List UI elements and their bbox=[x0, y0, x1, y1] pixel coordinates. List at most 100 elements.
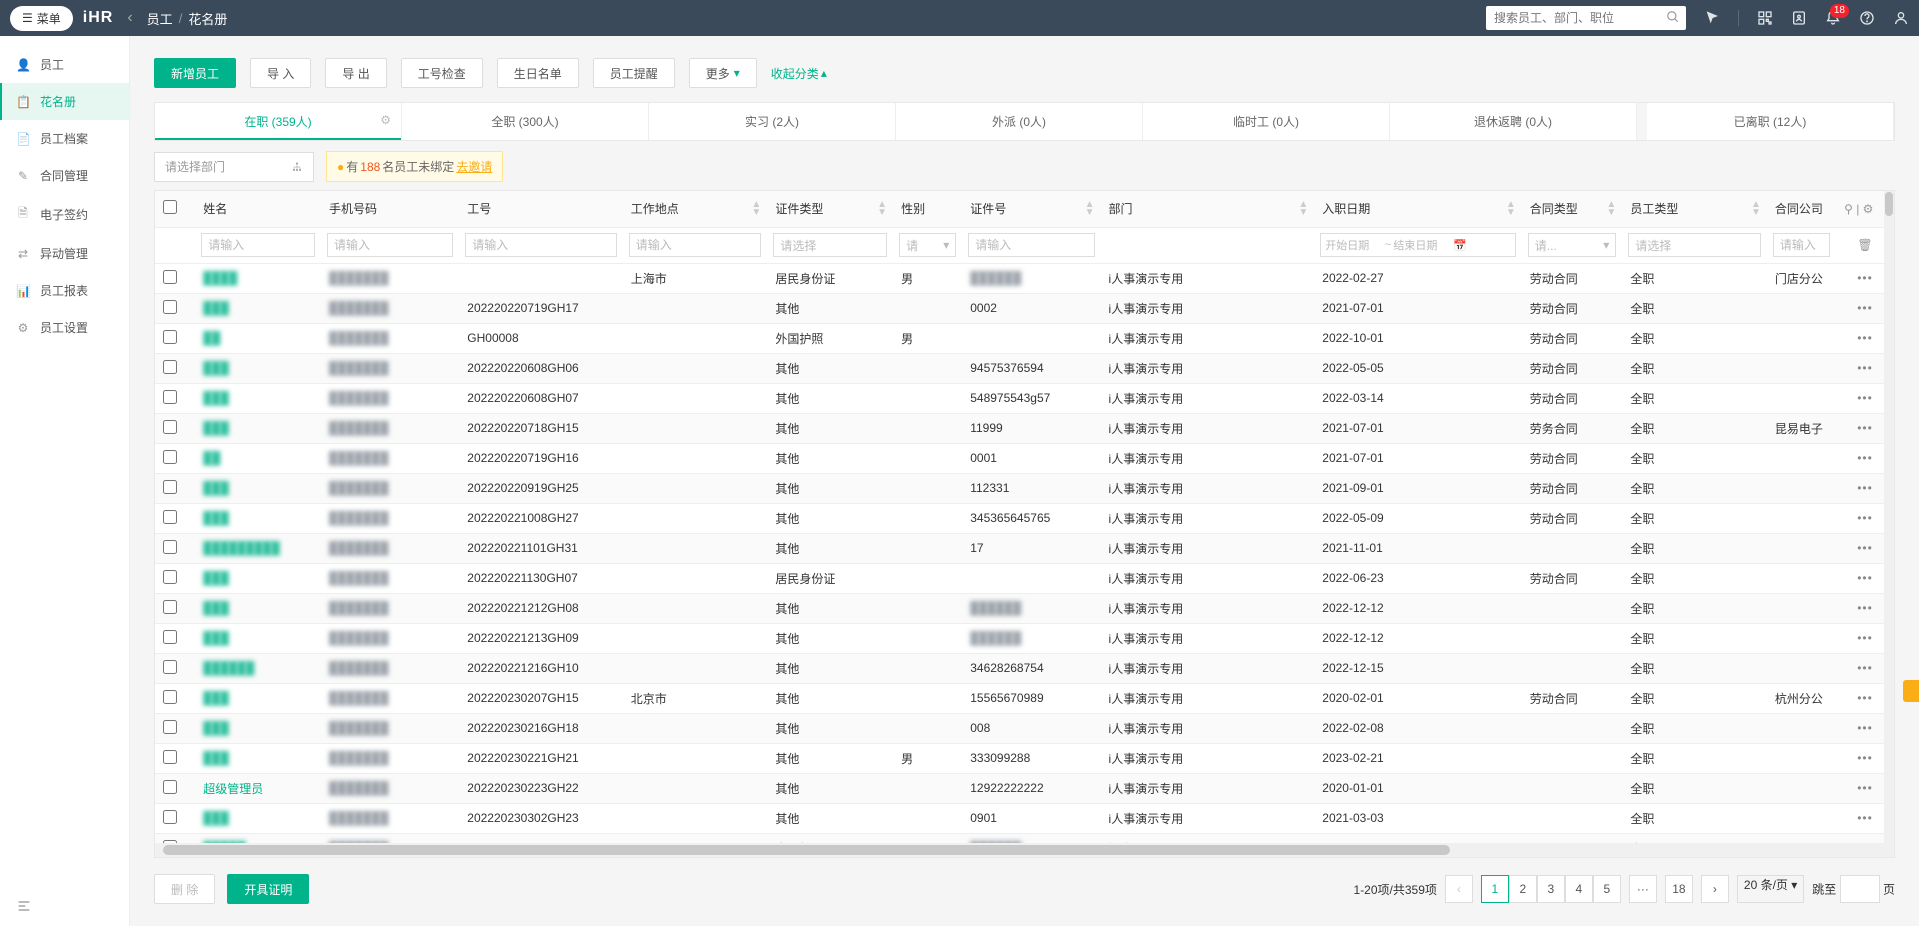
cell-name[interactable]: ████ bbox=[203, 271, 237, 285]
sidebar-item[interactable]: 📄员工档案 bbox=[0, 120, 129, 157]
row-more-icon[interactable]: ••• bbox=[1857, 331, 1873, 345]
row-checkbox[interactable] bbox=[163, 330, 177, 344]
table-row[interactable]: █████ ███████ 202220230221GH20 中国护照 ████… bbox=[155, 833, 1894, 843]
page-number[interactable]: 5 bbox=[1593, 875, 1621, 903]
sidebar-item[interactable]: ⚙员工设置 bbox=[0, 309, 129, 346]
page-number[interactable]: 3 bbox=[1537, 875, 1565, 903]
filter-phone[interactable] bbox=[327, 233, 453, 257]
row-more-icon[interactable]: ••• bbox=[1857, 661, 1873, 675]
row-checkbox[interactable] bbox=[163, 450, 177, 464]
row-checkbox[interactable] bbox=[163, 840, 177, 844]
cell-name[interactable]: ███ bbox=[203, 811, 229, 825]
birthday-list-button[interactable]: 生日名单 bbox=[497, 58, 579, 88]
sidebar-item[interactable]: 📋花名册 bbox=[0, 83, 129, 120]
category-tab[interactable]: 实习 (2人) bbox=[649, 103, 896, 140]
cell-name[interactable]: ███ bbox=[203, 301, 229, 315]
sidebar-item[interactable]: 🗎电子签约 bbox=[0, 194, 129, 235]
more-button[interactable]: 更多▾ bbox=[689, 58, 757, 88]
row-more-icon[interactable]: ••• bbox=[1857, 511, 1873, 525]
issue-cert-button[interactable]: 开具证明 bbox=[227, 874, 309, 904]
sidebar-item[interactable]: 👤员工 bbox=[0, 46, 129, 83]
row-more-icon[interactable]: ••• bbox=[1857, 601, 1873, 615]
table-row[interactable]: █████████ ███████ 202220221101GH31 其他 17… bbox=[155, 533, 1894, 563]
row-more-icon[interactable]: ••• bbox=[1857, 721, 1873, 735]
row-checkbox[interactable] bbox=[163, 600, 177, 614]
menu-button[interactable]: ☰ 菜单 bbox=[10, 6, 73, 31]
filter-etype[interactable]: 请选择 bbox=[1628, 233, 1761, 257]
cell-name[interactable]: ███ bbox=[203, 631, 229, 645]
row-more-icon[interactable]: ••• bbox=[1857, 421, 1873, 435]
filter-comp[interactable] bbox=[1773, 233, 1830, 257]
table-row[interactable]: ███ ███████ 202220230216GH18 其他 008 i人事演… bbox=[155, 713, 1894, 743]
col-ctype[interactable]: 合同类型▲▼ bbox=[1522, 191, 1623, 227]
filter-ctype[interactable]: 请...▾ bbox=[1528, 233, 1617, 257]
cell-name[interactable]: ███ bbox=[203, 481, 229, 495]
cell-name[interactable]: █████████ bbox=[203, 541, 280, 555]
delete-button[interactable]: 删 除 bbox=[154, 874, 215, 904]
horizontal-scrollbar[interactable] bbox=[155, 843, 1894, 857]
row-checkbox[interactable] bbox=[163, 510, 177, 524]
filter-sex[interactable]: 请▾ bbox=[899, 233, 956, 257]
row-checkbox[interactable] bbox=[163, 300, 177, 314]
cell-name[interactable]: ██ bbox=[203, 451, 220, 465]
col-hire[interactable]: 入职日期▲▼ bbox=[1314, 191, 1521, 227]
row-more-icon[interactable]: ••• bbox=[1857, 301, 1873, 315]
col-idno[interactable]: 证件号▲▼ bbox=[962, 191, 1100, 227]
table-row[interactable]: ███ ███████ 202220220718GH15 其他 11999 i人… bbox=[155, 413, 1894, 443]
table-row[interactable]: ██ ███████ 202220220719GH16 其他 0001 i人事演… bbox=[155, 443, 1894, 473]
row-more-icon[interactable]: ••• bbox=[1857, 541, 1873, 555]
row-more-icon[interactable]: ••• bbox=[1857, 391, 1873, 405]
row-checkbox[interactable] bbox=[163, 630, 177, 644]
cell-name[interactable]: ███ bbox=[203, 421, 229, 435]
table-row[interactable]: ██ ███████ GH00008 外国护照 男 i人事演示专用 2022-1… bbox=[155, 323, 1894, 353]
page-jump-input[interactable] bbox=[1840, 875, 1880, 903]
table-row[interactable]: ███ ███████ 202220220919GH25 其他 112331 i… bbox=[155, 473, 1894, 503]
category-tab[interactable]: 外派 (0人) bbox=[896, 103, 1143, 140]
row-checkbox[interactable] bbox=[163, 660, 177, 674]
cell-name[interactable]: ██ bbox=[203, 331, 220, 345]
row-more-icon[interactable]: ••• bbox=[1857, 631, 1873, 645]
cell-name[interactable]: ███ bbox=[203, 691, 229, 705]
table-row[interactable]: ███ ███████ 202220220608GH06 其他 94575376… bbox=[155, 353, 1894, 383]
cell-name[interactable]: ███ bbox=[203, 601, 229, 615]
qrcode-icon[interactable] bbox=[1757, 10, 1773, 26]
table-row[interactable]: ██████ ███████ 202220221216GH10 其他 34628… bbox=[155, 653, 1894, 683]
row-checkbox[interactable] bbox=[163, 420, 177, 434]
table-row[interactable]: ███ ███████ 202220230207GH15 北京市 其他 1556… bbox=[155, 683, 1894, 713]
row-more-icon[interactable]: ••• bbox=[1857, 811, 1873, 825]
row-checkbox[interactable] bbox=[163, 360, 177, 374]
table-row[interactable]: ███ ███████ 202220230221GH21 其他 男 333099… bbox=[155, 743, 1894, 773]
search-input[interactable] bbox=[1486, 6, 1686, 30]
table-row[interactable]: ███ ███████ 202220221213GH09 其他 ██████ i… bbox=[155, 623, 1894, 653]
gear-icon[interactable]: ⚙ bbox=[1863, 202, 1874, 216]
row-more-icon[interactable]: ••• bbox=[1857, 571, 1873, 585]
row-more-icon[interactable]: ••• bbox=[1857, 481, 1873, 495]
sidebar-item[interactable]: ✎合同管理 bbox=[0, 157, 129, 194]
page-prev[interactable]: ‹ bbox=[1445, 875, 1473, 903]
row-more-icon[interactable]: ••• bbox=[1857, 841, 1873, 843]
category-tab[interactable]: 已离职 (12人) bbox=[1647, 103, 1894, 140]
cell-name[interactable]: ███ bbox=[203, 511, 229, 525]
table-row[interactable]: ███ ███████ 202220221130GH07 居民身份证 i人事演示… bbox=[155, 563, 1894, 593]
row-more-icon[interactable]: ••• bbox=[1857, 691, 1873, 705]
row-checkbox[interactable] bbox=[163, 750, 177, 764]
contacts-icon[interactable] bbox=[1791, 10, 1807, 26]
filter-name[interactable] bbox=[201, 233, 315, 257]
dept-select[interactable]: 请选择部门 bbox=[154, 152, 314, 182]
chevron-left-icon[interactable]: ‹ bbox=[127, 9, 132, 27]
row-checkbox[interactable] bbox=[163, 270, 177, 284]
bell-icon[interactable]: 18 bbox=[1825, 10, 1841, 26]
select-all-checkbox[interactable] bbox=[163, 200, 177, 214]
category-tab[interactable]: 临时工 (0人) bbox=[1143, 103, 1390, 140]
col-phone[interactable]: 手机号码 bbox=[321, 191, 459, 227]
help-icon[interactable] bbox=[1859, 10, 1875, 26]
check-empno-button[interactable]: 工号检查 bbox=[401, 58, 483, 88]
col-idtype[interactable]: 证件类型▲▼ bbox=[767, 191, 893, 227]
cell-name[interactable]: 超级管理员 bbox=[203, 782, 263, 796]
cell-name[interactable]: ███ bbox=[203, 391, 229, 405]
table-row[interactable]: ███ ███████ 202220221212GH08 其他 ██████ i… bbox=[155, 593, 1894, 623]
sort-icon[interactable]: ▲▼ bbox=[751, 201, 761, 217]
row-more-icon[interactable]: ••• bbox=[1857, 361, 1873, 375]
col-empno[interactable]: 工号 bbox=[459, 191, 622, 227]
table-row[interactable]: ███ ███████ 202220221008GH27 其他 34536564… bbox=[155, 503, 1894, 533]
